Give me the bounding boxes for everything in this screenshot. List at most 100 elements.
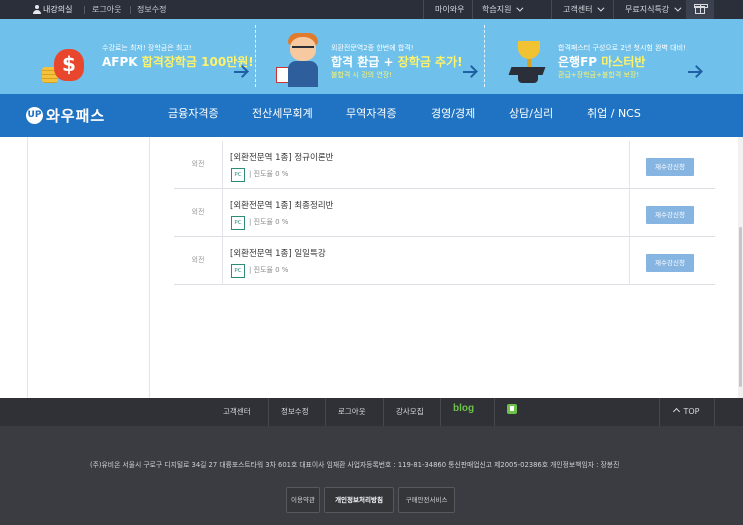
footer: (주)유비온 서울시 구로구 디지털로 34길 27 대륭포스트타워 3차 60… xyxy=(0,426,743,525)
divider xyxy=(629,189,630,237)
chevron-down-icon xyxy=(516,4,524,12)
table-row: 외전 [외환전문역 1종] 일일특강 PC | 진도율 0 % 재수강신청 xyxy=(174,237,715,285)
top-utility-bar: 내강의실 로그아웃 정보수정 마이와우 학습지원 고객센터 무료지식특강 xyxy=(0,0,743,19)
re-enroll-button[interactable]: 재수강신청 xyxy=(646,206,694,224)
promo-fx-specialist[interactable]: 외환전문역2종 한번에 합격! 합격 환급 + 장학금 추가! 불합격 시 강의… xyxy=(331,19,481,94)
footer-customer-center[interactable]: 고객센터 xyxy=(223,398,251,426)
promo-subtitle: 외환전문역2종 한번에 합격! xyxy=(331,44,414,52)
main-nav: UP 와우패스 금융자격증 전산세무회계 무역자격증 경영/경제 상담/심리 취… xyxy=(0,94,743,137)
re-enroll-button[interactable]: 재수강신청 xyxy=(646,254,694,272)
promo-title-highlight: 장학금 추가! xyxy=(397,55,463,69)
course-progress: | 진도율 0 % xyxy=(249,218,289,226)
arrow-right-icon xyxy=(688,65,702,79)
promo-title: AFPK 합격장학금 100만원! xyxy=(102,53,254,70)
scrollbar-thumb[interactable] xyxy=(739,227,742,387)
course-category: 외전 xyxy=(174,189,223,237)
gift-button[interactable] xyxy=(686,0,714,19)
promo-title: 합격 환급 + 장학금 추가! xyxy=(331,53,463,70)
menu-free-lecture-label: 무료지식특강 xyxy=(625,5,670,14)
naver-icon[interactable] xyxy=(507,404,517,414)
pc-device-icon: PC xyxy=(231,216,245,230)
footer-instructor-recruit[interactable]: 강사모집 xyxy=(396,398,424,426)
course-list: 외전 [외환전문역 1종] 정규이론반 PC | 진도율 0 % 재수강신청 외… xyxy=(174,141,715,285)
nav-jobs-ncs[interactable]: 취업 / NCS xyxy=(587,94,641,137)
arrow-up-icon xyxy=(673,407,681,416)
divider xyxy=(472,0,473,19)
promo-afpk[interactable]: 수강료는 최저! 장학금은 최고! AFPK 합격장학금 100만원! xyxy=(102,19,254,94)
arrow-right-icon xyxy=(463,65,477,79)
divider xyxy=(423,0,424,19)
my-classroom-link[interactable]: 내강의실 xyxy=(43,0,72,19)
pc-device-icon: PC xyxy=(231,264,245,278)
student-illustration-icon xyxy=(276,33,324,89)
logo-text: 와우패스 xyxy=(46,107,106,125)
promo-title-highlight: 마스터반 xyxy=(601,55,646,69)
menu-customer-center-label: 고객센터 xyxy=(563,5,593,14)
divider xyxy=(383,398,384,426)
footer-edit-info[interactable]: 정보수정 xyxy=(281,398,309,426)
course-category: 외전 xyxy=(174,141,223,189)
nav-business-economics[interactable]: 경영/경제 xyxy=(431,94,475,137)
divider xyxy=(268,398,269,426)
scrollbar[interactable] xyxy=(738,137,743,398)
divider xyxy=(551,0,552,19)
divider xyxy=(613,0,614,19)
course-title[interactable]: [외환전문역 1종] 정규이론반 xyxy=(230,151,333,163)
nav-trade-cert[interactable]: 무역자격증 xyxy=(346,94,397,137)
chevron-down-icon xyxy=(674,4,682,12)
divider xyxy=(84,6,85,14)
divider xyxy=(130,6,131,14)
money-bag-icon xyxy=(42,41,84,85)
chevron-down-icon xyxy=(597,4,605,12)
table-row: 외전 [외환전문역 1종] 최종정리반 PC | 진도율 0 % 재수강신청 xyxy=(174,189,715,237)
nav-accounting[interactable]: 전산세무회계 xyxy=(252,94,313,137)
trophy-icon xyxy=(508,37,550,87)
nav-counseling[interactable]: 상담/심리 xyxy=(509,94,553,137)
logout-link[interactable]: 로그아웃 xyxy=(92,0,121,19)
scroll-top-button[interactable]: TOP xyxy=(659,398,715,426)
company-address: (주)유비온 서울시 구로구 디지털로 34길 27 대륭포스트타워 3차 60… xyxy=(90,461,620,469)
blog-link[interactable]: blog xyxy=(453,398,474,424)
menu-customer-center[interactable]: 고객센터 xyxy=(563,0,605,19)
divider xyxy=(325,398,326,426)
course-title[interactable]: [외환전문역 1종] 일일특강 xyxy=(230,247,326,259)
promo-banner: 수강료는 최저! 장학금은 최고! AFPK 합격장학금 100만원! 외환전문… xyxy=(0,19,743,94)
promo-title-prefix: 은행FP xyxy=(558,55,602,69)
promo-note: 환급+장학금+불합격 보장! xyxy=(558,71,640,79)
gift-icon xyxy=(694,4,708,14)
table-row: 외전 [외환전문역 1종] 정규이론반 PC | 진도율 0 % 재수강신청 xyxy=(174,141,715,189)
divider xyxy=(440,398,441,426)
menu-free-lecture[interactable]: 무료지식특강 xyxy=(625,0,682,19)
privacy-policy-button[interactable]: 개인정보처리방침 xyxy=(324,487,394,513)
course-category: 외전 xyxy=(174,237,223,285)
divider xyxy=(494,398,495,426)
nav-finance-cert[interactable]: 금융자격증 xyxy=(168,94,219,137)
promo-title: 은행FP 마스터반 xyxy=(558,53,645,70)
arrow-right-icon xyxy=(234,65,248,79)
sidebar-right-border xyxy=(149,137,150,398)
terms-button[interactable]: 이용약관 xyxy=(286,487,320,513)
course-title[interactable]: [외환전문역 1종] 최종정리반 xyxy=(230,199,333,211)
divider xyxy=(255,25,256,87)
user-icon xyxy=(33,5,41,14)
sidebar-left-border xyxy=(27,137,28,398)
logo-mark: UP xyxy=(26,107,43,124)
scroll-top-label: TOP xyxy=(683,407,700,416)
menu-learning-support[interactable]: 학습지원 xyxy=(482,0,524,19)
course-progress: | 진도율 0 % xyxy=(249,170,289,178)
promo-title-prefix: 합격 환급 + xyxy=(331,55,398,69)
promo-subtitle: 합격패스터 구성으로 2년 첫시험 완벽 대비! xyxy=(558,44,686,52)
promo-subtitle: 수강료는 최저! 장학금은 최고! xyxy=(102,44,192,52)
menu-learning-support-label: 학습지원 xyxy=(482,5,512,14)
divider xyxy=(629,237,630,285)
edit-info-link[interactable]: 정보수정 xyxy=(137,0,166,19)
pc-device-icon: PC xyxy=(231,168,245,182)
divider xyxy=(484,25,485,87)
promo-bank-fp[interactable]: 합격패스터 구성으로 2년 첫시험 완벽 대비! 은행FP 마스터반 환급+장학… xyxy=(558,19,708,94)
footer-logout[interactable]: 로그아웃 xyxy=(338,398,366,426)
course-progress: | 진도율 0 % xyxy=(249,266,289,274)
promo-note: 불합격 시 강의 연장! xyxy=(331,71,393,79)
re-enroll-button[interactable]: 재수강신청 xyxy=(646,158,694,176)
safe-purchase-button[interactable]: 구매안전서비스 xyxy=(398,487,455,513)
menu-my-wow[interactable]: 마이와우 xyxy=(435,0,464,19)
